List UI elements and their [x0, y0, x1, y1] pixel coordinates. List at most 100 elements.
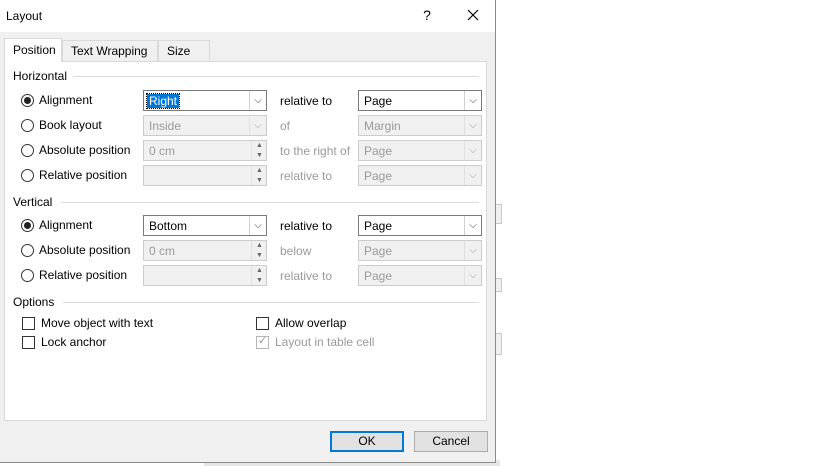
v-alignment-relative-value: Page: [364, 219, 393, 233]
v-relative-position-radio[interactable]: [21, 268, 34, 282]
layout-in-table-label: Layout in table cell: [275, 335, 375, 349]
spin-up-icon: ▲: [256, 167, 263, 174]
spin-down-icon: ▼: [256, 177, 263, 184]
h-relative-position-relative-select: Page ⌵: [358, 165, 482, 186]
h-relative-position-label: Relative position: [39, 168, 128, 182]
h-book-layout-label: Book layout: [39, 118, 102, 132]
h-relative-position-spinner: ▲ ▼: [143, 165, 267, 186]
tab-position[interactable]: Position: [4, 38, 62, 62]
spin-up-icon: ▲: [256, 267, 263, 274]
chevron-down-icon: ⌵: [464, 166, 481, 185]
h-absolute-position-radio-row[interactable]: Absolute position: [21, 141, 130, 159]
h-relative-position-relative-value: Page: [364, 169, 393, 183]
chevron-down-icon: ⌵: [464, 216, 481, 235]
spinner-buttons: ▲ ▼: [251, 166, 266, 185]
v-alignment-radio[interactable]: [21, 218, 34, 232]
v-relative-position-relative-select: Page ⌵: [358, 265, 482, 286]
v-relative-position-radio-row[interactable]: Relative position: [21, 266, 127, 284]
tab-size[interactable]: Size: [158, 40, 210, 61]
h-book-layout-relative-value: Margin: [364, 119, 401, 133]
spin-down-icon: ▼: [256, 252, 263, 259]
spinner-buttons: ▲ ▼: [251, 241, 266, 260]
divider: [61, 202, 479, 203]
h-absolute-position-right-of-label: to the right of: [280, 144, 351, 158]
v-absolute-position-relative-select: Page ⌵: [358, 240, 482, 261]
v-absolute-position-relative-value: Page: [364, 244, 393, 258]
h-alignment-radio[interactable]: [21, 93, 34, 107]
tab-text-wrapping[interactable]: Text Wrapping: [62, 40, 158, 61]
layout-dialog: Layout ? Position Text Wrapping Size Hor…: [0, 0, 496, 463]
h-alignment-value: Right: [145, 93, 181, 109]
v-alignment-label: Alignment: [39, 218, 93, 232]
h-absolute-position-relative-select: Page ⌵: [358, 140, 482, 161]
title-bar: Layout ?: [0, 0, 495, 32]
v-relative-position-label: Relative position: [39, 268, 128, 282]
cancel-button[interactable]: Cancel: [414, 431, 488, 452]
options-group-label: Options: [13, 295, 55, 309]
v-relative-position-relative-value: Page: [364, 269, 393, 283]
h-alignment-select[interactable]: Right ⌵: [143, 90, 267, 111]
h-book-layout-of-label: of: [280, 119, 291, 133]
v-absolute-position-radio[interactable]: [21, 243, 34, 257]
h-alignment-relative-value: Page: [364, 94, 393, 108]
spinner-buttons: ▲ ▼: [251, 141, 266, 160]
h-absolute-position-relative-value: Page: [364, 144, 393, 158]
close-button[interactable]: [458, 0, 488, 30]
v-alignment-relative-label: relative to: [280, 219, 333, 233]
h-book-layout-radio-row[interactable]: Book layout: [21, 116, 102, 134]
h-absolute-position-label: Absolute position: [39, 143, 131, 157]
chevron-down-icon: ⌵: [464, 141, 481, 160]
lock-anchor-label: Lock anchor: [41, 335, 107, 349]
spin-up-icon: ▲: [256, 242, 263, 249]
move-object-checkbox[interactable]: [22, 316, 35, 330]
spin-down-icon: ▼: [256, 277, 263, 284]
lock-anchor-checkbox[interactable]: [22, 335, 35, 349]
h-book-layout-radio[interactable]: [21, 118, 34, 132]
v-relative-position-relative-label: relative to: [280, 269, 333, 283]
vertical-group-label: Vertical: [13, 195, 53, 209]
ok-button[interactable]: OK: [330, 431, 404, 452]
h-relative-position-radio[interactable]: [21, 168, 34, 182]
v-absolute-position-below-label: below: [280, 244, 312, 258]
allow-overlap-label: Allow overlap: [275, 316, 347, 330]
h-absolute-position-spinner: 0 cm ▲ ▼: [143, 140, 267, 161]
allow-overlap-checkbox[interactable]: [256, 316, 269, 330]
h-book-layout-value: Inside: [149, 119, 182, 133]
help-button[interactable]: ?: [412, 0, 442, 30]
v-alignment-value: Bottom: [149, 219, 188, 233]
allow-overlap-checkbox-row[interactable]: Allow overlap: [256, 315, 346, 331]
spin-down-icon: ▼: [256, 152, 263, 159]
h-relative-position-relative-label: relative to: [280, 169, 333, 183]
chevron-down-icon: ⌵: [464, 91, 481, 110]
chevron-down-icon: ⌵: [249, 216, 266, 235]
h-alignment-label: Alignment: [39, 93, 93, 107]
h-book-layout-select: Inside ⌵: [143, 115, 267, 136]
v-absolute-position-value: 0 cm: [149, 244, 176, 258]
v-absolute-position-radio-row[interactable]: Absolute position: [21, 241, 130, 259]
horizontal-group-label: Horizontal: [13, 69, 68, 83]
dialog-title: Layout: [6, 9, 43, 23]
move-object-label: Move object with text: [41, 316, 154, 330]
v-absolute-position-label: Absolute position: [39, 243, 131, 257]
h-alignment-relative-label: relative to: [280, 94, 333, 108]
divider: [63, 302, 479, 303]
close-icon: [467, 9, 479, 21]
position-panel: Horizontal Alignment Right ⌵ relative to…: [4, 61, 487, 421]
h-book-layout-relative-select: Margin ⌵: [358, 115, 482, 136]
h-alignment-relative-select[interactable]: Page ⌵: [358, 90, 482, 111]
h-alignment-radio-row[interactable]: Alignment: [21, 91, 92, 109]
h-relative-position-radio-row[interactable]: Relative position: [21, 166, 127, 184]
layout-in-table-checkbox-row: Layout in table cell: [256, 334, 374, 350]
lock-anchor-checkbox-row[interactable]: Lock anchor: [22, 334, 106, 350]
h-absolute-position-radio[interactable]: [21, 143, 34, 157]
v-alignment-relative-select[interactable]: Page ⌵: [358, 215, 482, 236]
chevron-down-icon: ⌵: [464, 116, 481, 135]
v-absolute-position-spinner: 0 cm ▲ ▼: [143, 240, 267, 261]
v-relative-position-spinner: ▲ ▼: [143, 265, 267, 286]
h-absolute-position-value: 0 cm: [149, 144, 176, 158]
v-alignment-select[interactable]: Bottom ⌵: [143, 215, 267, 236]
chevron-down-icon: ⌵: [464, 241, 481, 260]
v-alignment-radio-row[interactable]: Alignment: [21, 216, 92, 234]
chevron-down-icon: ⌵: [464, 266, 481, 285]
move-object-checkbox-row[interactable]: Move object with text: [22, 315, 153, 331]
